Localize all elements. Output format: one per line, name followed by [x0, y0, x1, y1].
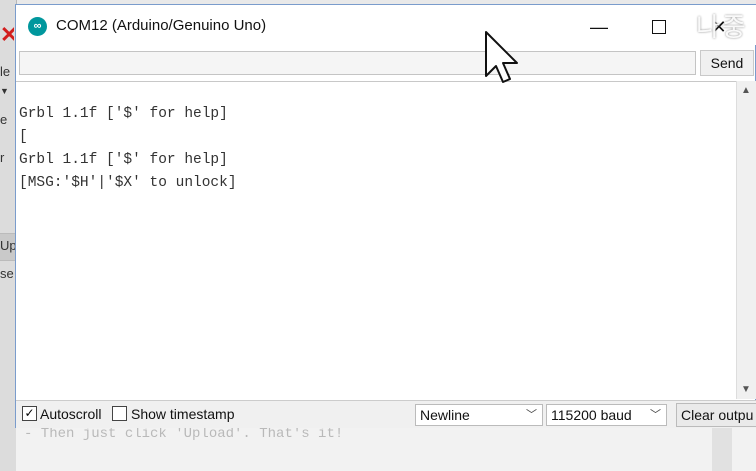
title-bar[interactable]: ∞ COM12 (Arduino/Genuino Uno) — ✕ 나중	[16, 5, 756, 45]
line-ending-select[interactable]: Newline ﹀	[415, 404, 543, 426]
serial-output-area[interactable]: Grbl 1.1f ['$' for help] [ Grbl 1.1f ['$…	[16, 81, 736, 400]
background-scrollbar	[712, 428, 732, 471]
background-text-fragment: e	[0, 112, 8, 127]
show-timestamp-label[interactable]: Show timestamp	[131, 406, 234, 422]
autoscroll-checkbox[interactable]: ✓	[22, 406, 37, 421]
monitor-footer: ✓ Autoscroll Show timestamp Newline ﹀ 11…	[16, 400, 756, 428]
output-line: [	[19, 129, 28, 145]
minimize-button[interactable]: —	[576, 13, 622, 41]
background-text-fragment: r	[0, 150, 5, 165]
send-bar: Send	[16, 49, 756, 79]
maximize-button[interactable]	[636, 13, 682, 41]
background-text-fragment: se	[0, 266, 14, 281]
autoscroll-label[interactable]: Autoscroll	[40, 406, 101, 422]
background-text-fragment: le	[0, 64, 11, 79]
scroll-down-icon[interactable]: ▼	[741, 384, 751, 395]
baud-rate-value: 115200 baud	[551, 407, 632, 423]
mouse-cursor-icon	[485, 31, 518, 83]
maximize-icon	[652, 19, 666, 34]
serial-monitor-window: ∞ COM12 (Arduino/Genuino Uno) — ✕ 나중 Sen…	[15, 4, 756, 428]
window-title: COM12 (Arduino/Genuino Uno)	[56, 17, 267, 34]
dropdown-arrow-icon: ▼	[0, 86, 9, 96]
serial-input-field[interactable]	[19, 51, 696, 75]
background-button: Up	[0, 233, 17, 261]
show-timestamp-checkbox[interactable]	[112, 406, 127, 421]
scroll-up-icon[interactable]: ▲	[741, 85, 751, 96]
background-editor-area: - Then just click 'Upload'. That's it!	[16, 426, 756, 471]
output-line: Grbl 1.1f ['$' for help]	[19, 152, 228, 168]
output-scrollbar[interactable]: ▲ ▼	[736, 81, 756, 399]
output-line: [MSG:'$H'|'$X' to unlock]	[19, 175, 237, 191]
send-button[interactable]: Send	[700, 50, 754, 76]
clear-output-button[interactable]: Clear outpu	[676, 403, 756, 427]
baud-rate-select[interactable]: 115200 baud ﹀	[546, 404, 667, 426]
chevron-down-icon: ﹀	[650, 409, 661, 421]
background-code-line: - Then just click 'Upload'. That's it!	[24, 426, 344, 442]
arduino-infinity-icon: ∞	[28, 17, 47, 36]
line-ending-value: Newline	[420, 407, 470, 423]
close-sketch-icon: ✕	[0, 24, 14, 46]
output-line: Grbl 1.1f ['$' for help]	[19, 106, 228, 122]
chevron-down-icon: ﹀	[526, 409, 537, 421]
overlay-text: 나중	[696, 12, 748, 42]
